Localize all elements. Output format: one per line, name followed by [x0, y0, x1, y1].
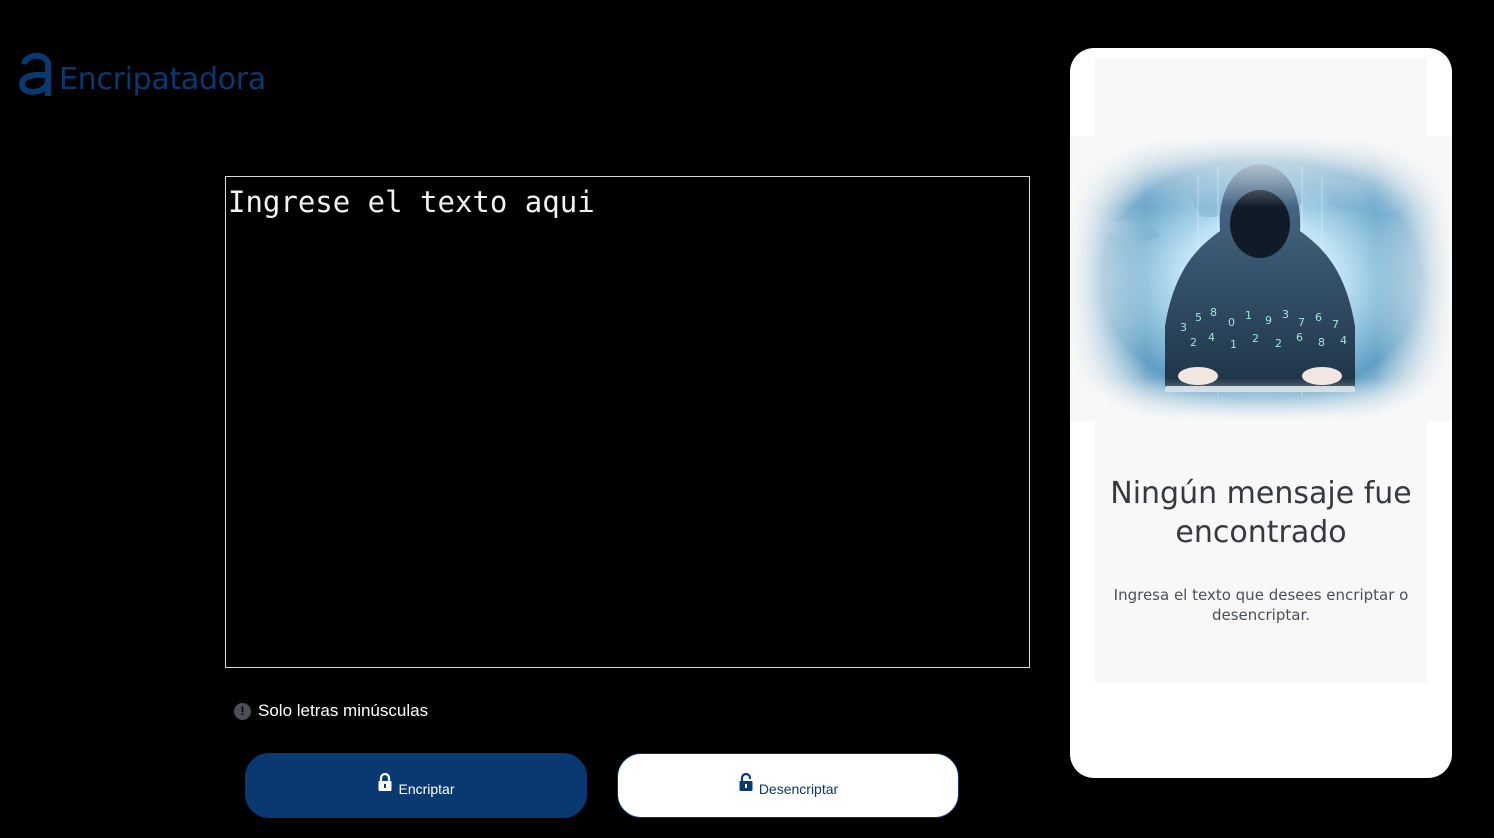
exclamation-circle-icon: ! [234, 702, 251, 720]
alura-a-logo-icon [18, 52, 51, 96]
unlock-icon [739, 772, 753, 791]
lock-icon [378, 772, 392, 791]
brand-logo[interactable]: Encripatadora [18, 48, 266, 98]
output-title: Ningún mensaje fue encontrado [1110, 476, 1412, 550]
lowercase-hint: ! Solo letras minúsculas [234, 701, 428, 721]
hint-text: Solo letras minúsculas [258, 701, 429, 720]
text-input[interactable] [225, 176, 1030, 668]
output-description: Ingresa el texto que desees encriptar o … [1113, 586, 1409, 624]
output-panel: 358 019 376 724 122 684 Ningún mensaje f… [1070, 48, 1452, 778]
brand-name: Encripatadora [59, 62, 266, 97]
decrypt-label: Desencriptar [758, 780, 839, 797]
decrypt-button[interactable]: Desencriptar [617, 753, 959, 818]
encrypt-label: Encriptar [398, 780, 455, 797]
hooded-hacker-illustration: 358 019 376 724 122 684 [1070, 136, 1452, 421]
encrypt-button[interactable]: Encriptar [245, 753, 587, 818]
